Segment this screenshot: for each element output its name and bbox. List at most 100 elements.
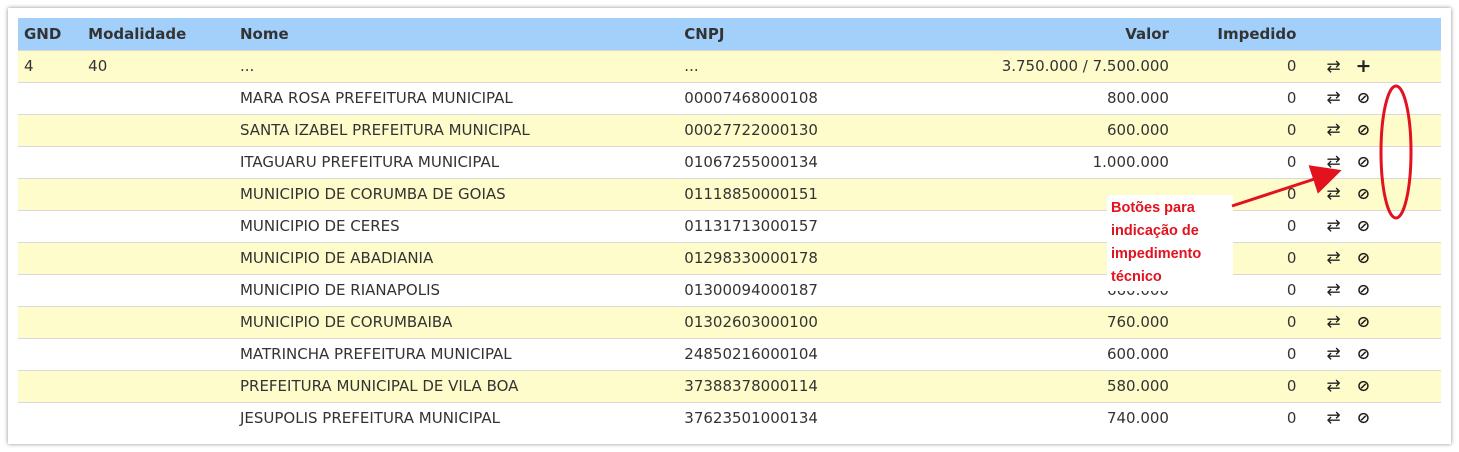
swap-arrows-icon[interactable]: ⇄ [1322,152,1344,172]
cell-modalidade [82,274,234,306]
swap-arrows-icon[interactable]: ⇄ [1322,280,1344,300]
annotation-line: técnico [1111,269,1162,285]
cell-nome: MUNICIPIO DE CORUMBA DE GOIAS [239,185,506,203]
table-row: PREFEITURA MUNICIPAL DE VILA BOA 37388378… [18,370,1441,402]
cell-actions: ⇄ ⊘ [1302,402,1441,434]
plus-icon[interactable]: + [1352,55,1374,77]
cell-cnpj: 37388378000114 [684,377,818,395]
swap-arrows-icon[interactable]: ⇄ [1322,312,1344,332]
table-row: MARA ROSA PREFEITURA MUNICIPAL 0000746800… [18,82,1441,114]
cell-nome: MATRINCHA PREFEITURA MUNICIPAL [239,345,512,363]
swap-arrows-icon[interactable]: ⇄ [1322,57,1344,77]
cell-cnpj: 01067255000134 [684,153,818,171]
header-modalidade[interactable]: Modalidade [82,18,234,50]
block-icon[interactable]: ⊘ [1352,152,1374,171]
cell-cnpj: 01302603000100 [684,313,818,331]
summary-row: 4 40 ... ... 3.750.000 / 7.500.000 0 ⇄ + [18,50,1441,82]
cell-modalidade: 40 [88,57,108,75]
cell-actions: ⇄ + [1302,50,1441,82]
cell-modalidade [82,402,234,434]
cell-cnpj: 00007468000108 [684,89,818,107]
cell-impedido: 0 [1286,121,1297,139]
swap-arrows-icon[interactable]: ⇄ [1322,184,1344,204]
block-icon[interactable]: ⊘ [1352,120,1374,139]
cell-impedido: 0 [1286,409,1297,428]
cell-impedido: 0 [1286,313,1297,331]
cell-actions: ⇄ ⊘ [1302,370,1441,402]
header-actions [1302,18,1441,50]
cell-cnpj: 37623501000134 [684,409,818,428]
block-icon[interactable]: ⊘ [1352,312,1374,331]
cell-impedido: 0 [1286,57,1297,75]
table-row: MATRINCHA PREFEITURA MUNICIPAL 2485021600… [18,338,1441,370]
header-valor[interactable]: Valor [936,18,1175,50]
cell-nome: ITAGUARU PREFEITURA MUNICIPAL [239,153,500,171]
cell-cnpj: 01118850000151 [684,185,818,203]
header-impedido[interactable]: Impedido [1175,18,1302,50]
cell-valor: 600.000 [1106,345,1169,363]
cell-impedido: 0 [1286,153,1297,171]
cell-actions: ⇄ ⊘ [1302,274,1441,306]
header-nome[interactable]: Nome [234,18,678,50]
annotation-callout: Botões para indicação de impedimento téc… [1107,195,1233,291]
cell-nome: MUNICIPIO DE RIANAPOLIS [239,281,441,299]
cell-modalidade [82,370,234,402]
cell-cnpj: 01300094000187 [684,281,818,299]
cell-impedido: 0 [1286,377,1297,395]
table-row: JESUPOLIS PREFEITURA MUNICIPAL 3762350100… [18,402,1441,434]
block-icon[interactable]: ⊘ [1352,408,1374,427]
cell-impedido: 0 [1286,345,1297,363]
cell-actions: ⇄ ⊘ [1302,306,1441,338]
cell-valor: 3.750.000 / 7.500.000 [1001,57,1169,75]
table-row: MUNICIPIO DE CORUMBAIBA 01302603000100 760… [18,306,1441,338]
cell-actions: ⇄ ⊘ [1302,338,1441,370]
swap-arrows-icon[interactable]: ⇄ [1322,376,1344,396]
block-icon[interactable]: ⊘ [1352,216,1374,235]
cell-gnd [18,370,82,402]
cell-valor: 1.000.000 [1092,153,1169,171]
cell-cnpj: 00027722000130 [684,121,818,139]
annotation-line: Botões para [1111,200,1195,216]
swap-arrows-icon[interactable]: ⇄ [1322,216,1344,236]
cell-nome: PREFEITURA MUNICIPAL DE VILA BOA [239,377,519,395]
cell-gnd [18,338,82,370]
cell-actions: ⇄ ⊘ [1302,178,1441,210]
cell-gnd [18,306,82,338]
swap-arrows-icon[interactable]: ⇄ [1322,344,1344,364]
block-icon[interactable]: ⊘ [1352,280,1374,299]
cell-cnpj: ... [684,57,699,75]
cell-gnd [18,146,82,178]
annotation-line: indicação de [1111,223,1199,239]
cell-nome: MUNICIPIO DE CERES [239,217,400,235]
allocation-panel: GND Modalidade Nome CNPJ Valor Impedido … [8,8,1451,444]
cell-nome: JESUPOLIS PREFEITURA MUNICIPAL [239,409,500,428]
block-icon[interactable]: ⊘ [1352,248,1374,267]
cell-cnpj: 01131713000157 [684,217,818,235]
header-cnpj[interactable]: CNPJ [678,18,936,50]
cell-modalidade [82,114,234,146]
cell-modalidade [82,82,234,114]
block-icon[interactable]: ⊘ [1352,184,1374,203]
cell-nome: MUNICIPIO DE CORUMBAIBA [239,313,453,331]
cell-nome: MUNICIPIO DE ABADIANIA [239,249,434,267]
swap-arrows-icon[interactable]: ⇄ [1322,88,1344,108]
cell-valor: 580.000 [1106,377,1169,395]
cell-nome: MARA ROSA PREFEITURA MUNICIPAL [239,89,513,107]
swap-arrows-icon[interactable]: ⇄ [1322,248,1344,268]
cell-gnd: 4 [24,57,34,75]
cell-gnd [18,178,82,210]
cell-actions: ⇄ ⊘ [1302,146,1441,178]
block-icon[interactable]: ⊘ [1352,88,1374,107]
table-row: ITAGUARU PREFEITURA MUNICIPAL 01067255000… [18,146,1441,178]
block-icon[interactable]: ⊘ [1352,344,1374,363]
cell-modalidade [82,178,234,210]
swap-arrows-icon[interactable]: ⇄ [1322,408,1344,428]
cell-impedido: 0 [1286,89,1297,107]
swap-arrows-icon[interactable]: ⇄ [1322,120,1344,140]
cell-gnd [18,114,82,146]
header-gnd[interactable]: GND [18,18,82,50]
cell-gnd [18,82,82,114]
block-icon[interactable]: ⊘ [1352,376,1374,395]
cell-actions: ⇄ ⊘ [1302,82,1441,114]
cell-valor: 740.000 [1106,409,1169,428]
